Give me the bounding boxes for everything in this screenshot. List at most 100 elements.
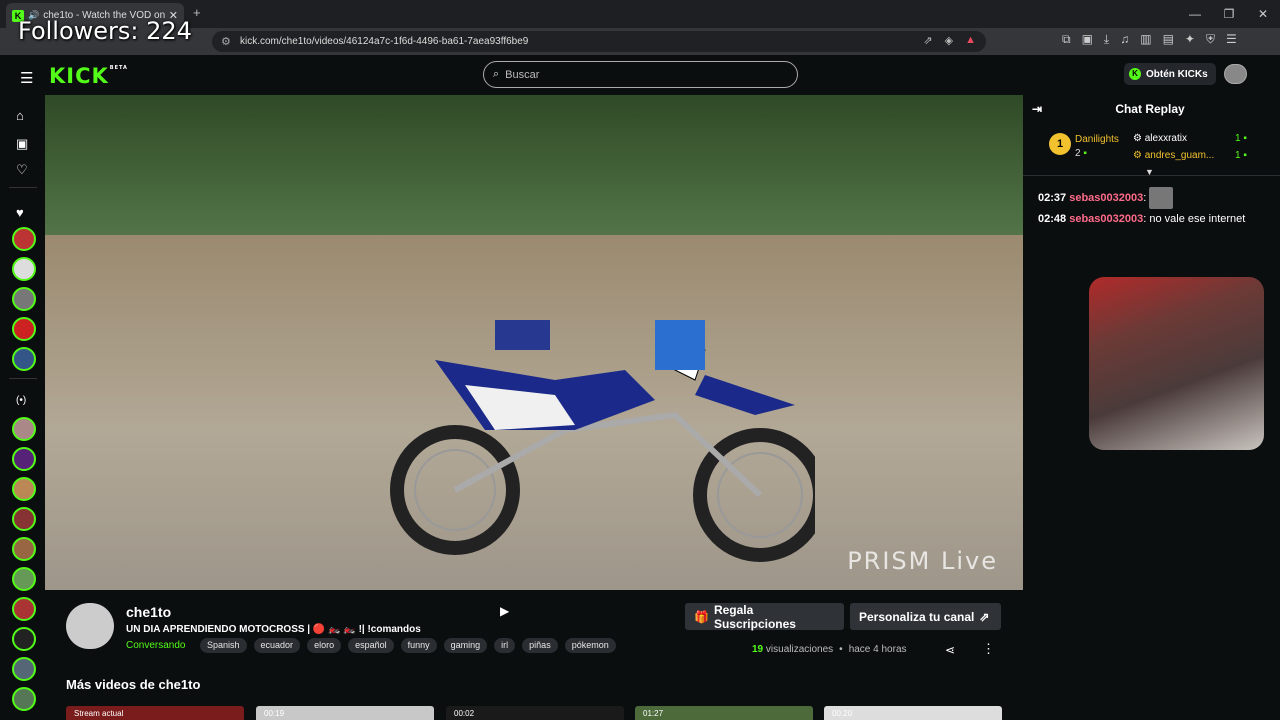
sidebar-channel-avatar[interactable] — [12, 687, 36, 711]
menu-icon[interactable]: ☰ — [1226, 32, 1237, 47]
video-thumbnail[interactable]: 00:02 — [446, 706, 624, 720]
video-thumbnail[interactable]: Stream actual — [66, 706, 244, 720]
top-gifter-badge: 1 — [1049, 133, 1071, 155]
tag[interactable]: irl — [494, 638, 516, 653]
more-options-icon[interactable]: ⋮ — [982, 641, 995, 657]
gifter-count: 1 ▪ — [1235, 133, 1247, 144]
external-link-icon: ⇗ — [979, 609, 990, 624]
gifter-name[interactable]: ⚙ alexxratix — [1133, 133, 1187, 144]
home-icon[interactable]: ⌂ — [16, 108, 24, 123]
chat-header: ⇥ Chat Replay — [1023, 95, 1280, 123]
category-link[interactable]: Conversando — [126, 640, 185, 651]
kick-logo[interactable]: KICKBETA — [49, 64, 128, 88]
video-thumbnail[interactable]: 01:27 — [635, 706, 813, 720]
minimize-icon[interactable]: — — [1178, 0, 1212, 28]
chat-message: 02:48 sebas0032003: no vale ese internet — [1038, 213, 1246, 225]
search-placeholder: Buscar — [505, 68, 540, 81]
window-controls: — ❐ ✕ — [1178, 0, 1280, 28]
gift-subscriptions-button[interactable]: 🎁 Regala Suscripciones — [685, 603, 844, 631]
maximize-icon[interactable]: ❐ — [1212, 0, 1246, 28]
browser-tab-bar: K 🔊 che1to - Watch the VOD on Ki ✕ + — ❐… — [0, 0, 1280, 28]
gifter-count: 1 ▪ — [1235, 150, 1247, 161]
browse-icon[interactable]: ▣ — [16, 136, 28, 152]
channel-avatar[interactable] — [66, 603, 114, 649]
gifter-name[interactable]: ⚙ andres_guam... — [1133, 150, 1214, 161]
extensions-icon[interactable]: ⧉ — [1062, 32, 1071, 47]
more-videos-heading: Más videos de che1to — [66, 677, 201, 692]
tag[interactable]: gaming — [443, 638, 488, 653]
kicks-icon: K — [1129, 68, 1141, 80]
wallet-icon[interactable]: ▤ — [1163, 32, 1174, 47]
tag[interactable]: Spanish — [200, 638, 247, 653]
new-tab-icon[interactable]: + — [193, 5, 201, 20]
hamburger-menu-icon[interactable]: ☰ — [20, 69, 33, 87]
chat-username[interactable]: sebas0032003 — [1069, 192, 1143, 204]
tag[interactable]: piñas — [522, 638, 558, 653]
brave-rewards-icon[interactable]: ▲ — [965, 34, 976, 47]
following-icon[interactable]: ♡ — [16, 162, 28, 178]
sidebar-channel-avatar[interactable] — [12, 317, 36, 341]
beta-badge: BETA — [109, 65, 128, 71]
brave-shield-icon[interactable]: ◈ — [945, 34, 953, 47]
address-bar[interactable]: ⚙ kick.com/che1to/videos/46124a7c-1f6d-4… — [212, 31, 986, 52]
chat-title: Chat Replay — [1115, 102, 1185, 116]
motorcycle-scene — [390, 320, 815, 562]
download-icon[interactable]: ⤓ — [1104, 32, 1109, 47]
channel-name[interactable]: che1to — [126, 604, 171, 620]
tag[interactable]: eloro — [307, 638, 342, 653]
chat-username[interactable]: sebas0032003 — [1069, 213, 1143, 225]
live-channels-icon: (•) — [16, 395, 27, 406]
tag-list: Spanish ecuador eloro español funny gami… — [200, 638, 616, 653]
stream-title: UN DIA APRENDIENDO MOTOCROSS | 🔴 🏍️ 🏍️ !… — [126, 624, 421, 635]
music-icon[interactable]: ♫ — [1120, 32, 1129, 47]
site-settings-icon[interactable]: ⚙ — [221, 35, 231, 48]
share-icon[interactable]: ⋖ — [945, 643, 955, 657]
share-page-icon[interactable]: ⇗ — [923, 34, 932, 47]
leo-ai-icon[interactable]: ✦ — [1185, 32, 1195, 47]
followed-channels-icon: ♥ — [16, 205, 24, 220]
video-background-trees — [45, 95, 1023, 245]
sidebar-divider — [9, 378, 37, 379]
customize-channel-button[interactable]: Personaliza tu canal ⇗ — [850, 603, 1001, 630]
sidebar-channel-avatar[interactable] — [12, 347, 36, 371]
user-avatar[interactable] — [1224, 64, 1247, 84]
mouse-cursor-icon: ▶ — [500, 604, 510, 618]
emote-image — [1149, 187, 1174, 209]
sub-gift-icon: ▪ — [1083, 148, 1087, 159]
close-window-icon[interactable]: ✕ — [1246, 0, 1280, 28]
video-player[interactable]: PRISM Live — [45, 95, 1023, 590]
sidebar-channel-avatar[interactable] — [12, 597, 36, 621]
video-thumbnail[interactable]: 00:20 — [824, 706, 1002, 720]
sidebar-channel-avatar[interactable] — [12, 447, 36, 471]
tag[interactable]: funny — [400, 638, 437, 653]
sidebar-channel-avatar[interactable] — [12, 477, 36, 501]
sidebar-channel-avatar[interactable] — [12, 417, 36, 441]
address-bar-icons: ⇗ ◈ ▲ — [923, 34, 976, 47]
sidebar-channel-avatar[interactable] — [12, 627, 36, 651]
time-ago: hace 4 horas — [848, 644, 907, 655]
sidebar-toggle-icon[interactable]: ▥ — [1140, 32, 1151, 47]
kick-header: ☰ KICKBETA ⌕ Buscar K Obtén KICKs — [0, 55, 1280, 95]
sidebar-channel-avatar[interactable] — [12, 287, 36, 311]
followers-overlay: Followers: 224 — [18, 17, 192, 45]
streamer-facecam — [1089, 277, 1264, 450]
get-kicks-button[interactable]: K Obtén KICKs — [1124, 63, 1216, 85]
sidebar-channel-avatar[interactable] — [12, 227, 36, 251]
tag[interactable]: ecuador — [253, 638, 301, 653]
sidebar-channel-avatar[interactable] — [12, 537, 36, 561]
tag[interactable]: español — [348, 638, 394, 653]
tag[interactable]: pókemon — [564, 638, 616, 653]
top-gifter-name[interactable]: Danilights — [1075, 134, 1119, 145]
top-gifter-count: 2 ▪ — [1075, 148, 1087, 159]
sidebar-channel-avatar[interactable] — [12, 257, 36, 281]
search-input[interactable]: ⌕ Buscar — [483, 61, 798, 88]
search-icon: ⌕ — [493, 68, 500, 80]
vpn-icon[interactable]: ⛨ — [1206, 32, 1215, 47]
video-meta: 19 visualizaciones • hace 4 horas — [752, 644, 907, 655]
sidebar-channel-avatar[interactable] — [12, 657, 36, 681]
sidebar-channel-avatar[interactable] — [12, 507, 36, 531]
sidebar-channel-avatar[interactable] — [12, 567, 36, 591]
left-sidebar: ⌂ ▣ ♡ ♥ (•) — [0, 95, 46, 720]
screenshot-icon[interactable]: ▣ — [1082, 32, 1093, 47]
video-thumbnail[interactable]: 00:19 — [256, 706, 434, 720]
